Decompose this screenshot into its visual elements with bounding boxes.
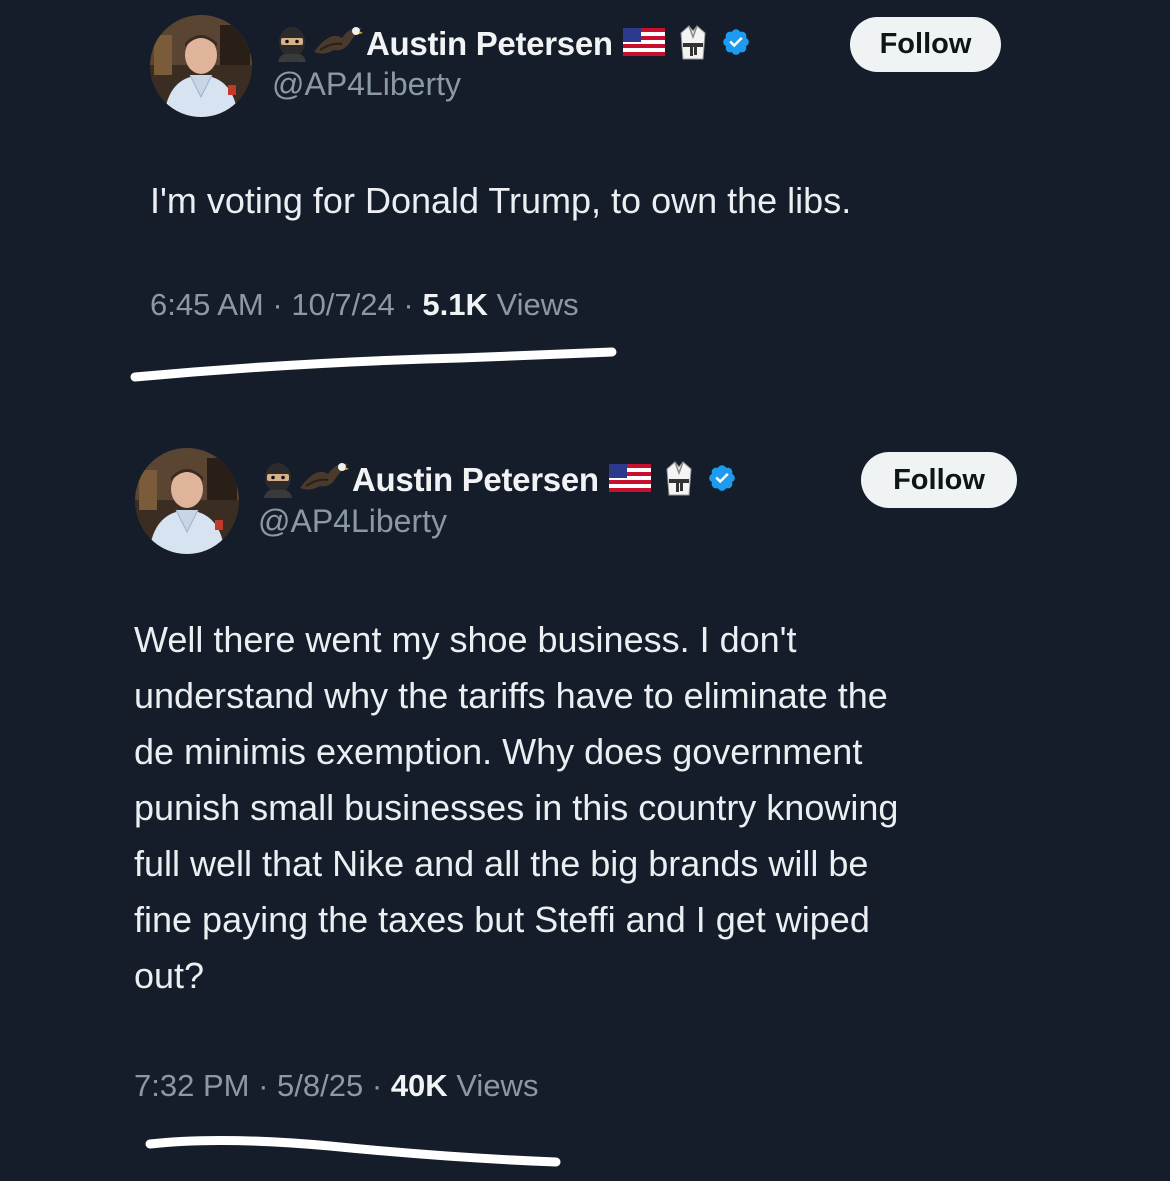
martial-arts-uniform-icon	[663, 459, 695, 502]
avatar[interactable]	[135, 448, 239, 554]
us-flag-icon	[608, 463, 651, 497]
tweet-text-line: Well there went my shoe business. I don'…	[134, 619, 797, 660]
tweet-text-line: de minimis exemption. Why does governmen…	[134, 731, 863, 772]
author-handle[interactable]: @AP4Liberty	[258, 503, 447, 540]
tweet-text-line: understand why the tariffs have to elimi…	[134, 675, 888, 716]
follow-button[interactable]: Follow	[861, 452, 1017, 508]
tweet-text-line: punish small businesses in this country …	[134, 787, 899, 828]
tweet-text: Well there went my shoe business. I don'…	[134, 612, 1034, 1004]
tweet-text-line: full well that Nike and all the big bran…	[134, 843, 869, 884]
eagle-icon	[298, 458, 350, 503]
tweet-meta: 7:32 PM · 5/8/25 · 40K Views	[134, 1068, 538, 1104]
tweet-text-line: fine paying the taxes but Steffi and I g…	[134, 899, 870, 940]
tweet-time[interactable]: 7:32 PM	[134, 1068, 249, 1103]
author-name-row[interactable]: Austin Petersen	[258, 458, 737, 502]
meta-separator: ·	[371, 1068, 383, 1103]
tweet-date[interactable]: 5/8/25	[277, 1068, 363, 1103]
meta-separator: ·	[258, 1068, 269, 1103]
views-count[interactable]: 40K	[391, 1068, 448, 1103]
views-label: Views	[456, 1068, 539, 1103]
verified-badge-icon	[707, 463, 737, 498]
tweet-card: Austin Petersen	[0, 0, 1170, 1181]
tweet-text-line: out?	[134, 955, 205, 996]
author-display-name[interactable]: Austin Petersen	[352, 461, 599, 499]
ninja-icon	[258, 458, 298, 503]
